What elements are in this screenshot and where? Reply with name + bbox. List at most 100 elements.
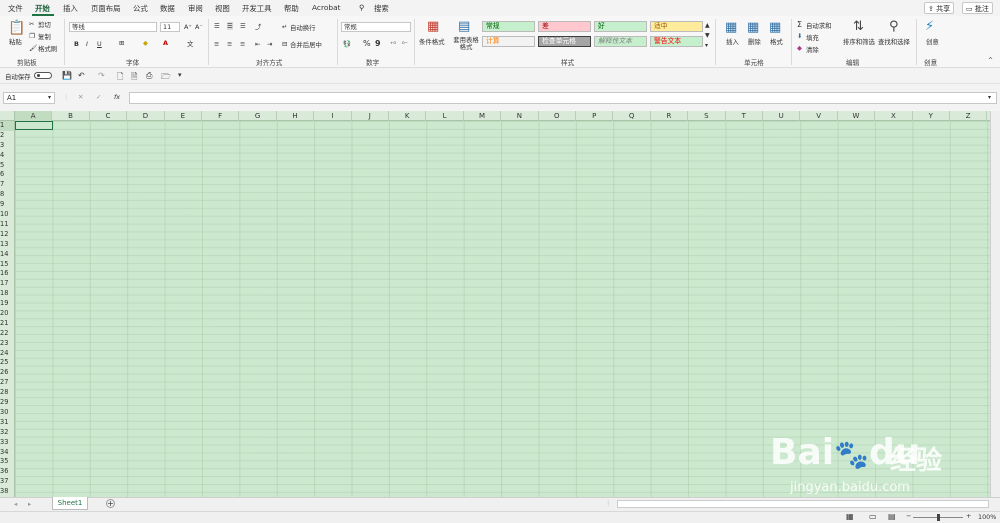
comments-button[interactable]: ▭ 批注 bbox=[962, 2, 993, 14]
autosave-toggle[interactable] bbox=[34, 72, 52, 79]
clear-icon[interactable]: ◆ bbox=[797, 44, 802, 52]
row-header[interactable]: 9 bbox=[0, 200, 14, 210]
row-header[interactable]: 16 bbox=[0, 269, 14, 279]
insert-cells-button[interactable]: 插入 bbox=[726, 37, 739, 46]
align-middle-icon[interactable]: ☰ bbox=[227, 22, 233, 30]
column-header[interactable]: X bbox=[875, 111, 913, 121]
row-header[interactable]: 5 bbox=[0, 161, 14, 171]
find-select-icon[interactable]: ⚲ bbox=[889, 20, 899, 33]
new-file-icon[interactable]: 🗋 bbox=[117, 71, 123, 85]
column-header[interactable]: T bbox=[726, 111, 763, 121]
page-layout-view-icon[interactable]: ▭ bbox=[869, 512, 877, 521]
tab-file[interactable]: 文件 bbox=[8, 3, 23, 14]
cut-button[interactable]: 剪切 bbox=[38, 20, 51, 29]
column-header[interactable]: W bbox=[838, 111, 876, 121]
align-right-icon[interactable]: ≡ bbox=[240, 40, 245, 48]
customize-qat-icon[interactable]: ▾ bbox=[178, 71, 182, 79]
column-header[interactable]: H bbox=[277, 111, 315, 121]
page-break-view-icon[interactable]: ▤ bbox=[888, 512, 896, 521]
tab-acrobat[interactable]: Acrobat bbox=[312, 3, 341, 12]
percent-button[interactable]: % bbox=[363, 39, 371, 48]
row-header[interactable]: 25 bbox=[0, 358, 14, 368]
row-header[interactable]: 3 bbox=[0, 141, 14, 151]
open-icon[interactable]: 🗁 bbox=[161, 71, 171, 85]
paste-button[interactable]: 粘贴 bbox=[9, 37, 22, 46]
wrap-text-button[interactable]: 自动换行 bbox=[290, 23, 316, 32]
tab-help[interactable]: 帮助 bbox=[284, 3, 299, 14]
column-header[interactable]: G bbox=[239, 111, 277, 121]
font-size-combo[interactable]: 11 bbox=[160, 22, 180, 32]
row-header[interactable]: 2 bbox=[0, 131, 14, 141]
row-header[interactable]: 36 bbox=[0, 467, 14, 477]
zoom-level[interactable]: 100% bbox=[978, 513, 996, 521]
search-label[interactable]: 搜索 bbox=[374, 3, 389, 14]
column-header[interactable]: F bbox=[202, 111, 240, 121]
cancel-icon[interactable]: ✕ bbox=[78, 93, 83, 101]
align-center-icon[interactable]: ≡ bbox=[227, 40, 232, 48]
column-header[interactable]: V bbox=[800, 111, 838, 121]
comma-style-button[interactable]: 9 bbox=[375, 39, 381, 48]
paste-icon[interactable]: 📋 bbox=[8, 21, 25, 35]
insert-cells-icon[interactable]: ▦ bbox=[725, 21, 737, 34]
column-header[interactable]: M bbox=[464, 111, 502, 121]
enter-icon[interactable]: ✓ bbox=[96, 93, 101, 101]
row-header[interactable]: 27 bbox=[0, 378, 14, 388]
row-header[interactable]: 37 bbox=[0, 477, 14, 487]
phonetic-icon[interactable]: 文 bbox=[187, 39, 193, 48]
formula-input[interactable] bbox=[129, 92, 997, 104]
column-header[interactable]: J bbox=[352, 111, 389, 121]
column-header[interactable]: D bbox=[127, 111, 165, 121]
sort-filter-icon[interactable]: ⇅ bbox=[853, 20, 864, 33]
tab-insert[interactable]: 插入 bbox=[63, 3, 78, 14]
format-cells-icon[interactable]: ▦ bbox=[769, 21, 781, 34]
tab-home[interactable]: 开始 bbox=[35, 3, 50, 14]
row-header[interactable]: 11 bbox=[0, 220, 14, 230]
font-shrink-icon[interactable]: A⁻ bbox=[195, 23, 203, 31]
row-header[interactable]: 34 bbox=[0, 448, 14, 458]
italic-button[interactable]: I bbox=[86, 40, 88, 48]
name-box-dropdown-icon[interactable]: ▾ bbox=[48, 94, 51, 101]
create-icon[interactable]: ⚡ bbox=[925, 20, 934, 33]
insert-function-button[interactable]: fx bbox=[114, 93, 120, 101]
row-header[interactable]: 7 bbox=[0, 180, 14, 190]
expand-formula-icon[interactable]: ▾ bbox=[988, 94, 991, 101]
format-painter-icon[interactable]: 🖌 bbox=[29, 44, 37, 52]
row-header[interactable]: 31 bbox=[0, 418, 14, 428]
align-left-icon[interactable]: ≡ bbox=[214, 40, 219, 48]
table-format-icon[interactable]: ▤ bbox=[458, 20, 470, 33]
style-bad[interactable]: 差 bbox=[538, 21, 591, 32]
row-header[interactable]: 12 bbox=[0, 230, 14, 240]
cut-icon[interactable]: ✂ bbox=[29, 20, 34, 28]
undo-icon[interactable]: ↶ bbox=[78, 71, 85, 80]
save-icon[interactable]: 💾 bbox=[62, 71, 72, 80]
copy-button[interactable]: 复制 bbox=[38, 32, 51, 41]
sheet-tab-sheet1[interactable]: Sheet1 bbox=[52, 497, 88, 510]
indent-decrease-icon[interactable]: ⇤ bbox=[255, 40, 260, 48]
row-header[interactable]: 20 bbox=[0, 309, 14, 319]
print-preview-icon[interactable]: 🗎 bbox=[131, 71, 137, 85]
row-header[interactable]: 35 bbox=[0, 457, 14, 467]
share-button[interactable]: ⇪ 共享 bbox=[924, 2, 955, 14]
conditional-format-icon[interactable]: ▦ bbox=[427, 20, 439, 33]
find-select-button[interactable]: 查找和选择 bbox=[878, 37, 910, 46]
copy-icon[interactable]: ❐ bbox=[29, 32, 35, 40]
row-header[interactable]: 19 bbox=[0, 299, 14, 309]
row-header[interactable]: 21 bbox=[0, 319, 14, 329]
row-header[interactable]: 29 bbox=[0, 398, 14, 408]
add-sheet-button[interactable]: + bbox=[106, 499, 115, 508]
column-header[interactable]: C bbox=[90, 111, 128, 121]
indent-increase-icon[interactable]: ⇥ bbox=[267, 40, 272, 48]
align-bottom-icon[interactable]: ☰ bbox=[240, 22, 246, 30]
wrap-text-icon[interactable]: ↵ bbox=[282, 23, 287, 31]
border-icon[interactable]: ⊞ bbox=[119, 39, 124, 47]
currency-icon[interactable]: 💱 bbox=[343, 40, 351, 48]
sort-filter-button[interactable]: 排序和筛选 bbox=[843, 37, 875, 46]
autosum-button[interactable]: 自动求和 bbox=[806, 21, 832, 30]
print-icon[interactable]: ⎙ bbox=[146, 71, 152, 81]
row-header[interactable]: 26 bbox=[0, 368, 14, 378]
delete-cells-icon[interactable]: ▦ bbox=[747, 21, 759, 34]
row-header[interactable]: 33 bbox=[0, 438, 14, 448]
redo-icon[interactable]: ↷ bbox=[98, 71, 105, 80]
scroll-down-icon[interactable]: ▼ bbox=[705, 32, 710, 39]
zoom-out-icon[interactable]: − bbox=[906, 512, 911, 520]
